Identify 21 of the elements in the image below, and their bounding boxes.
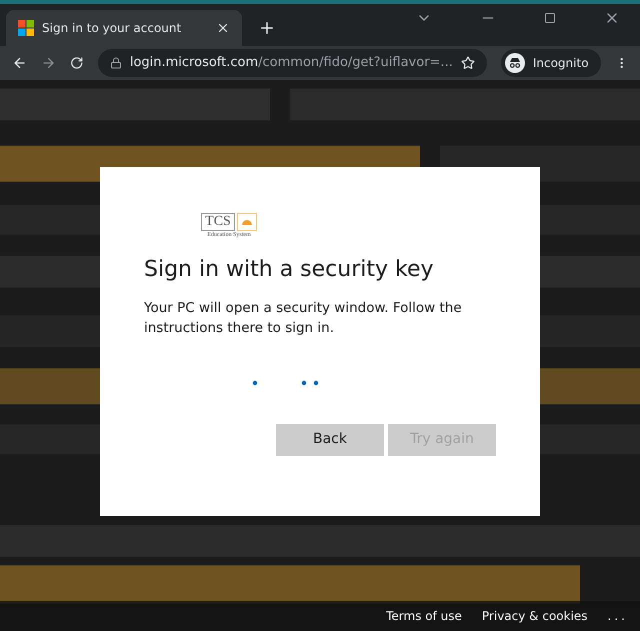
tab-title: Sign in to your account [42,20,182,37]
incognito-button[interactable]: Incognito [500,49,601,77]
reload-icon[interactable] [70,55,84,71]
browser-tab[interactable]: Sign in to your account [6,10,242,46]
dialog-button[interactable]: Back [276,424,384,456]
dialog-title: Sign in with a security key [144,256,435,284]
more-options[interactable]: ... [608,607,628,625]
bookmark-star-icon[interactable] [460,56,475,70]
lock-icon [110,57,122,69]
windows-logo-icon [18,20,34,36]
logo-text: TCS [201,213,235,231]
footer-link[interactable]: Privacy & cookies [482,607,588,625]
sun-icon [236,213,257,231]
close-tab-icon[interactable] [216,21,230,35]
incognito-icon [504,53,525,73]
maximize-icon[interactable] [544,12,556,24]
new-tab-icon[interactable] [258,19,276,37]
dialog-message: Your PC will open a security window. Follow the instructions there to sign in. [144,298,463,338]
address-bar[interactable]: login.microsoft.com/common/fido/get?uiflavor=... [98,49,487,77]
url-text: login.microsoft.com/common/fido/get?uiflavor=... [130,54,453,72]
footer-link[interactable]: Terms of use [386,607,462,625]
